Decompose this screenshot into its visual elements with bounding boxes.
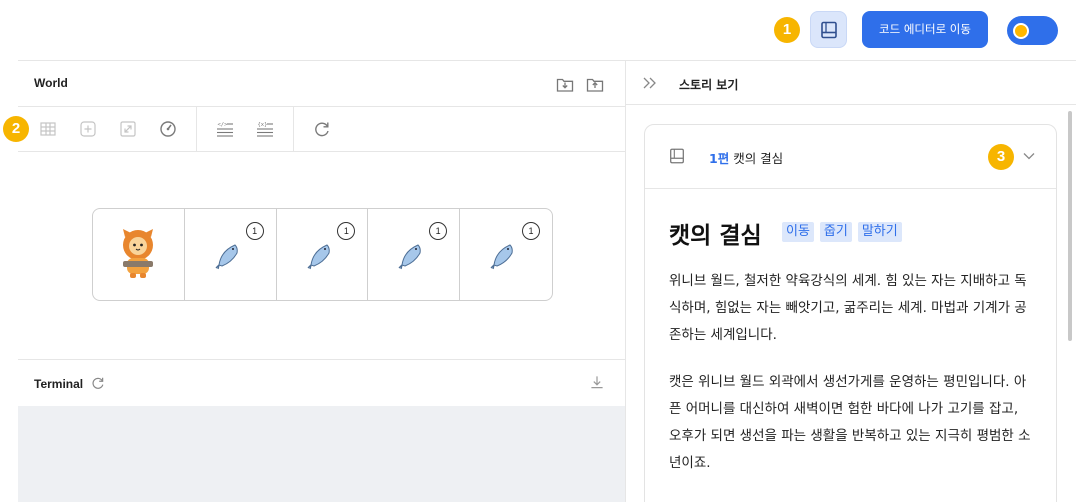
tutorial-badge-1: 1 bbox=[774, 17, 800, 43]
top-bar: 1 코드 에디터로 이동 bbox=[0, 0, 1076, 60]
story-toggle-button[interactable] bbox=[810, 11, 847, 48]
tutorial-badge-3: 3 bbox=[988, 144, 1014, 170]
episode-label: 1편 캣의 결심 bbox=[709, 148, 783, 167]
collapse-panel-icon[interactable] bbox=[642, 76, 658, 90]
go-to-code-editor-button[interactable]: 코드 에디터로 이동 bbox=[862, 11, 988, 48]
concept-tags: 이동 줍기 말하기 bbox=[782, 222, 902, 242]
book-icon bbox=[670, 148, 684, 164]
world-title: World bbox=[34, 76, 68, 90]
svg-text:</>: </> bbox=[218, 122, 229, 128]
episode-name: 캣의 결심 bbox=[733, 151, 784, 166]
world-panel: World 2 </> {x} 1 1 1 1 Terminal bbox=[3, 61, 625, 502]
book-icon bbox=[820, 21, 837, 38]
fish-icon bbox=[307, 244, 330, 270]
item-count-badge: 1 bbox=[429, 222, 448, 240]
list-lines-icon[interactable]: {x} bbox=[255, 119, 275, 139]
grid-icon[interactable] bbox=[38, 119, 58, 139]
resize-icon[interactable] bbox=[118, 119, 138, 139]
speed-icon[interactable] bbox=[158, 119, 178, 139]
story-paragraph: 캣은 위니브 월드 외곽에서 생선가게를 운영하는 평민입니다. 아픈 어머니를… bbox=[669, 374, 1031, 471]
toolbar-separator bbox=[293, 107, 294, 152]
refresh-icon[interactable] bbox=[312, 119, 332, 139]
svg-text:{x}: {x} bbox=[258, 122, 268, 128]
story-paragraph: 위니브 월드, 철저한 약육강식의 세계. 힘 있는 자는 지배하고 독식하며,… bbox=[669, 273, 1027, 343]
fish-icon bbox=[215, 244, 238, 270]
grid-cell[interactable]: 1 bbox=[185, 209, 277, 300]
cat-character-icon bbox=[123, 229, 153, 278]
refresh-icon[interactable] bbox=[90, 375, 106, 391]
download-folder-icon[interactable] bbox=[555, 74, 575, 94]
add-icon[interactable] bbox=[78, 119, 98, 139]
world-header: World bbox=[18, 61, 625, 107]
story-card: 1편 캣의 결심 3 캣의 결심 이동 줍기 말하기 위니브 월드, 철저한 약… bbox=[644, 124, 1057, 502]
episode-number: 1편 bbox=[709, 151, 730, 166]
concept-tag: 줍기 bbox=[819, 222, 852, 242]
grid-cell[interactable]: 1 bbox=[277, 209, 369, 300]
concept-tag: 말하기 bbox=[857, 222, 902, 242]
concept-tag: 이동 bbox=[782, 222, 814, 242]
story-heading: 캣의 결심 bbox=[669, 223, 762, 249]
grid-cell[interactable]: 1 bbox=[460, 209, 552, 300]
story-panel: 스토리 보기 1편 캣의 결심 3 캣의 결심 이동 줍기 말하기 위니브 월드… bbox=[626, 61, 1076, 502]
fish-icon bbox=[398, 244, 422, 270]
grid-cell[interactable]: 1 bbox=[368, 209, 461, 300]
terminal-title: Terminal bbox=[34, 377, 84, 391]
story-header: 스토리 보기 bbox=[626, 61, 1076, 105]
code-lines-icon[interactable]: </> bbox=[215, 119, 235, 139]
episode-selector[interactable]: 1편 캣의 결심 3 bbox=[645, 125, 1056, 189]
toolbar-separator bbox=[196, 107, 197, 152]
terminal-output[interactable] bbox=[18, 406, 625, 502]
story-header-title: 스토리 보기 bbox=[679, 78, 739, 92]
theme-toggle[interactable] bbox=[1007, 16, 1058, 45]
scrollbar[interactable] bbox=[1068, 111, 1072, 341]
upload-folder-icon[interactable] bbox=[585, 74, 605, 94]
fish-icon bbox=[490, 244, 513, 270]
toggle-knob bbox=[1013, 23, 1029, 39]
item-count-badge: 1 bbox=[337, 222, 356, 240]
tutorial-badge-2: 2 bbox=[3, 116, 29, 142]
grid-cell[interactable] bbox=[93, 209, 185, 300]
chevron-down-icon[interactable] bbox=[1022, 149, 1036, 163]
download-icon[interactable] bbox=[589, 374, 605, 390]
item-count-badge: 1 bbox=[521, 222, 540, 240]
world-grid: 1 1 1 1 bbox=[92, 208, 553, 301]
terminal-header: Terminal bbox=[18, 359, 625, 406]
item-count-badge: 1 bbox=[245, 222, 264, 240]
world-toolbar: 2 </> {x} bbox=[3, 107, 625, 152]
